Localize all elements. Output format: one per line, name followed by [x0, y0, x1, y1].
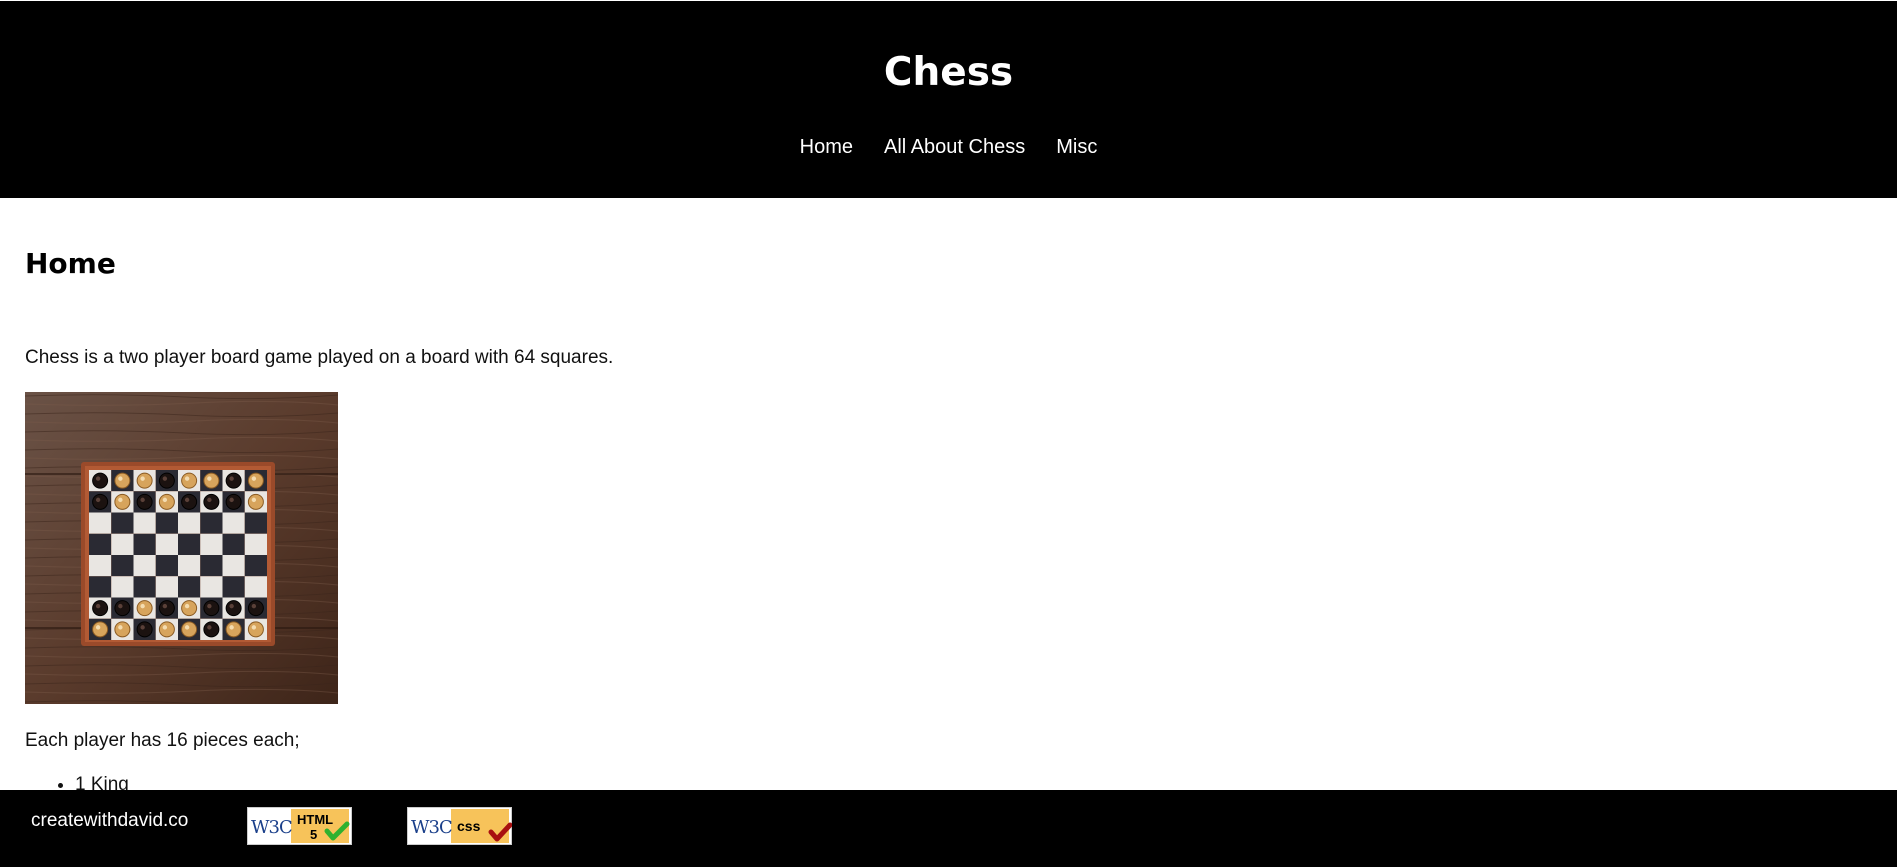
w3c-html5-badge-icon[interactable]: W3C HTML 5: [247, 807, 352, 845]
page-heading: Home: [25, 247, 116, 280]
svg-text:5: 5: [310, 827, 317, 842]
svg-text:HTML: HTML: [297, 812, 333, 827]
chess-board-image: [25, 392, 338, 704]
intro-text: Chess is a two player board game played …: [25, 347, 614, 368]
site-title: Chess: [883, 50, 1014, 95]
page: Chess Home All About Chess Misc Home Che…: [0, 0, 1897, 867]
w3c-css-badge-icon[interactable]: W3C css: [407, 807, 513, 845]
svg-text:W3C: W3C: [411, 817, 452, 838]
site-footer: createwithdavid.co W3C HTML 5 W3C css: [0, 790, 1897, 867]
nav-link-home[interactable]: Home: [800, 136, 853, 159]
footer-domain-link[interactable]: createwithdavid.co: [31, 810, 188, 832]
svg-text:W3C: W3C: [251, 817, 292, 838]
main-nav: Home All About Chess Misc: [0, 136, 1897, 159]
nav-link-all-about-chess[interactable]: All About Chess: [884, 136, 1025, 159]
svg-text:css: css: [457, 818, 481, 834]
pieces-intro-text: Each player has 16 pieces each;: [25, 730, 300, 751]
nav-link-misc[interactable]: Misc: [1056, 136, 1097, 159]
site-header: Chess Home All About Chess Misc: [0, 1, 1897, 198]
